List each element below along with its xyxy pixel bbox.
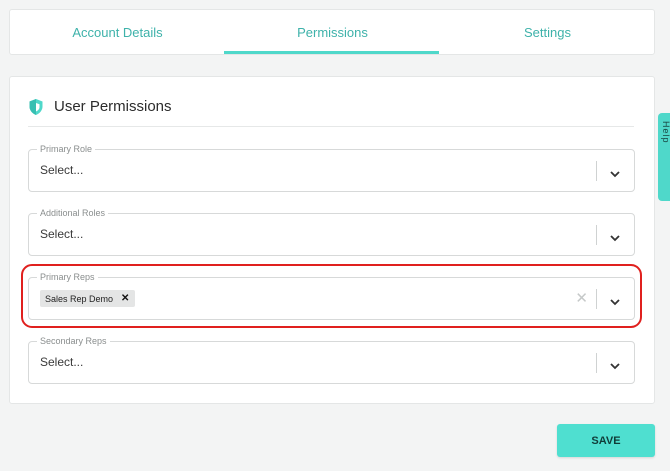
chevron-down-icon[interactable] bbox=[610, 230, 620, 242]
tab-label: Permissions bbox=[297, 24, 368, 40]
primary-role-label: Primary Role bbox=[37, 143, 96, 155]
tab-bar: Account Details Permissions Settings bbox=[9, 9, 655, 55]
additional-roles-placeholder: Select... bbox=[40, 227, 84, 241]
tab-account-details[interactable]: Account Details bbox=[10, 10, 225, 54]
section-header: User Permissions bbox=[28, 96, 634, 127]
additional-roles-label: Additional Roles bbox=[37, 207, 109, 219]
section-title: User Permissions bbox=[54, 98, 172, 115]
tab-label: Settings bbox=[524, 24, 571, 40]
highlight-annotation bbox=[21, 264, 642, 328]
field-separator bbox=[596, 161, 597, 181]
save-button[interactable]: SAVE bbox=[557, 424, 655, 457]
additional-roles-select[interactable]: Additional Roles Select... bbox=[28, 207, 635, 256]
shield-icon bbox=[28, 98, 44, 116]
active-tab-indicator bbox=[224, 51, 439, 54]
tab-label: Account Details bbox=[72, 24, 163, 40]
secondary-reps-placeholder: Select... bbox=[40, 355, 84, 369]
secondary-reps-select[interactable]: Secondary Reps Select... bbox=[28, 335, 635, 384]
primary-role-placeholder: Select... bbox=[40, 163, 84, 177]
primary-role-select[interactable]: Primary Role Select... bbox=[28, 143, 635, 192]
field-separator bbox=[596, 225, 597, 245]
tab-permissions[interactable]: Permissions bbox=[225, 10, 440, 54]
chevron-down-icon[interactable] bbox=[610, 166, 620, 178]
field-separator bbox=[596, 353, 597, 373]
tab-settings[interactable]: Settings bbox=[440, 10, 655, 54]
save-button-label: SAVE bbox=[591, 434, 621, 447]
secondary-reps-label: Secondary Reps bbox=[37, 335, 110, 347]
chevron-down-icon[interactable] bbox=[610, 358, 620, 370]
help-side-tab[interactable]: Help bbox=[658, 113, 670, 201]
help-side-tab-label: Help bbox=[661, 121, 670, 144]
